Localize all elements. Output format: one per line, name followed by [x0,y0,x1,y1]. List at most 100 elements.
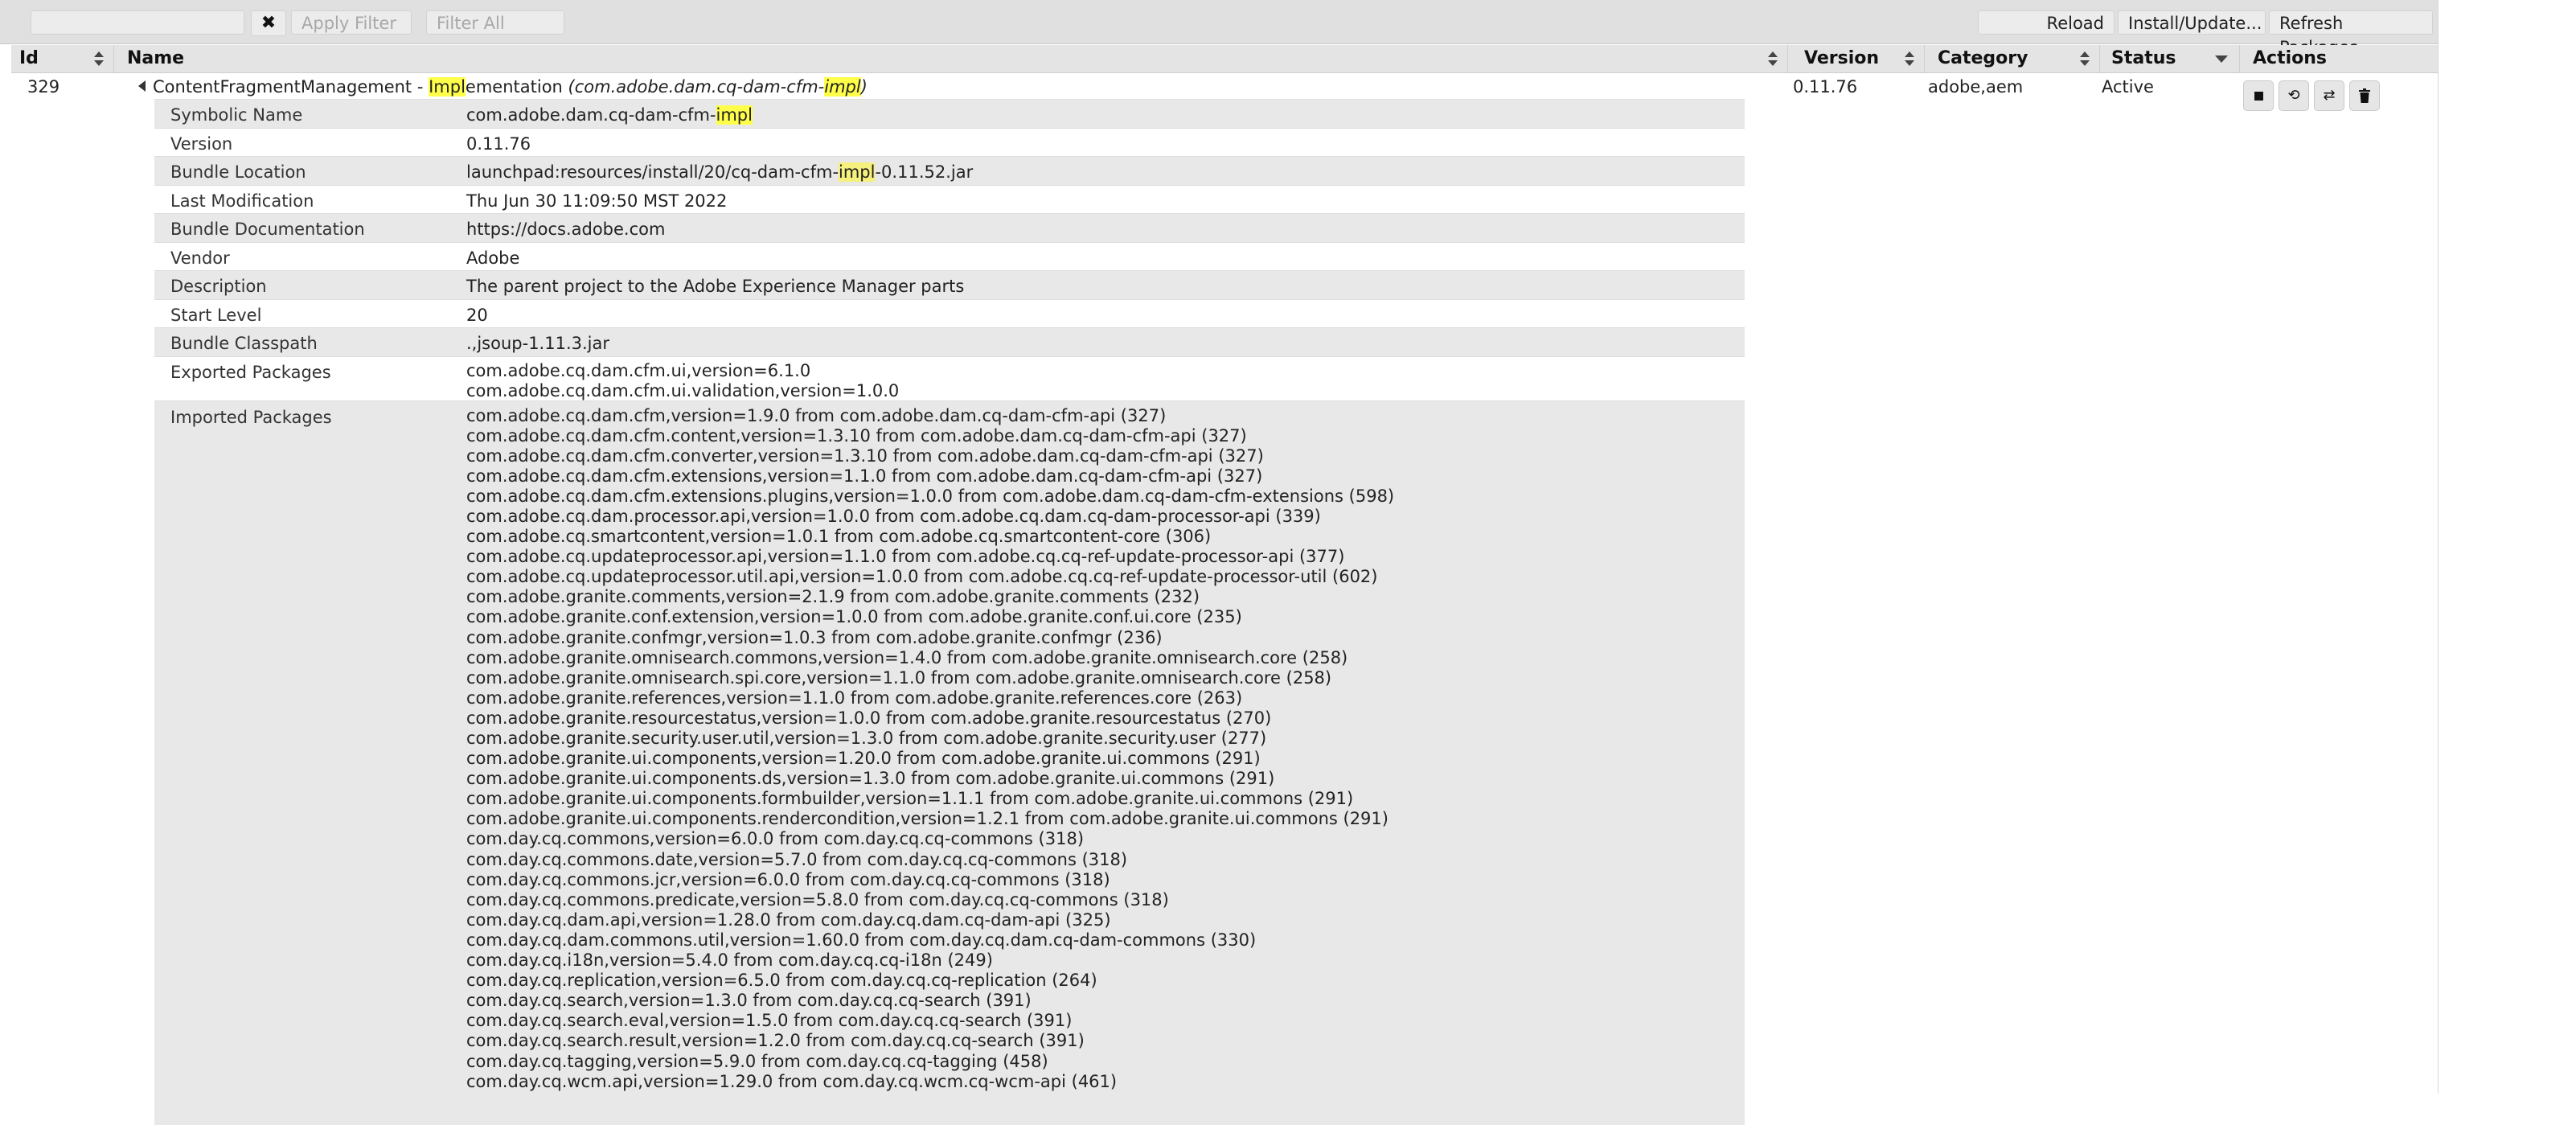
imported-package[interactable]: com.adobe.cq.updateprocessor.util.api,ve… [466,567,1394,587]
detail-label: Bundle Location [170,162,306,182]
detail-label: Bundle Classpath [170,334,318,353]
apply-filter-button[interactable]: Apply Filter [291,10,412,35]
detail-label: Bundle Documentation [170,220,365,239]
imported-package[interactable]: com.adobe.granite.conf.extension,version… [466,607,1394,627]
value-text: com.adobe.dam.cq-dam-cfm- [466,105,716,125]
imported-package[interactable]: com.adobe.cq.dam.processor.api,version=1… [466,507,1394,527]
bundle-category: adobe,aem [1928,77,2024,96]
exported-package: com.adobe.cq.dam.cfm.ui,version=6.1.0 [466,360,811,380]
imported-package[interactable]: com.day.cq.search.eval,version=1.5.0 fro… [466,1011,1394,1031]
search-highlight: impl [716,105,753,125]
detail-label: Description [170,277,267,296]
imported-package[interactable]: com.adobe.granite.resourcestatus,version… [466,708,1394,729]
sort-icon [94,51,104,66]
bundle-name-prefix: ContentFragmentManagement - [153,77,429,96]
search-highlight: Impl [429,77,466,96]
bundle-id: 329 [27,77,60,96]
column-header-label: Actions [2253,48,2327,68]
detail-row-symbolic-name: Symbolic Name com.adobe.dam.cq-dam-cfm-i… [154,100,1745,129]
imported-package[interactable]: com.day.cq.search,version=1.3.0 from com… [466,991,1394,1011]
imported-package[interactable]: com.day.cq.dam.commons.util,version=1.60… [466,930,1394,951]
imported-package[interactable]: com.day.cq.search.result,version=1.2.0 f… [466,1031,1394,1051]
refresh-bundle-button[interactable]: ⟲ [2279,80,2309,111]
imported-package[interactable]: com.day.cq.replication,version=6.5.0 fro… [466,971,1394,991]
detail-value: 0.11.76 [466,133,531,154]
detail-label: Exported Packages [170,362,331,382]
install-update-button[interactable]: Install/Update... [2118,10,2266,35]
imported-package[interactable]: com.adobe.cq.dam.cfm.extensions.plugins,… [466,487,1394,507]
column-header-id[interactable]: Id [11,45,114,72]
imported-package[interactable]: com.adobe.cq.dam.cfm.converter,version=1… [466,446,1394,466]
bundle-version: 0.11.76 [1793,77,1858,96]
column-header-label: Name [127,48,185,68]
detail-value: Adobe [466,248,520,268]
imported-package[interactable]: com.day.cq.wcm.api,version=1.29.0 from c… [466,1072,1394,1092]
refresh-packages-button[interactable]: Refresh Packages [2269,10,2433,57]
imported-package[interactable]: com.day.cq.commons,version=6.0.0 from co… [466,829,1394,849]
imported-package[interactable]: com.adobe.granite.references,version=1.1… [466,688,1394,708]
imported-package[interactable]: com.adobe.granite.omnisearch.commons,ver… [466,648,1394,668]
uninstall-bundle-button[interactable] [2349,80,2380,111]
toolbar: ✖ Apply Filter Filter All Reload Install… [0,0,2438,57]
imported-package[interactable]: com.adobe.cq.dam.cfm,version=1.9.0 from … [466,406,1394,426]
detail-label: Start Level [170,305,262,325]
imported-package[interactable]: com.day.cq.dam.api,version=1.28.0 from c… [466,910,1394,930]
column-header-label: Version [1804,48,1880,68]
refresh-icon: ⟲ [2287,87,2300,104]
imported-package[interactable]: com.adobe.granite.comments,version=2.1.9… [466,587,1394,607]
imported-package[interactable]: com.adobe.cq.dam.cfm.content,version=1.3… [466,426,1394,446]
search-highlight: impl [839,162,876,182]
detail-row-exported-packages: Exported Packages com.adobe.cq.dam.cfm.u… [154,356,1745,401]
imported-package[interactable]: com.adobe.granite.security.user.util,ver… [466,729,1394,749]
imported-package[interactable]: com.adobe.cq.dam.cfm.extensions,version=… [466,466,1394,487]
imported-package[interactable]: com.adobe.granite.ui.components.ds,versi… [466,769,1394,789]
imported-package[interactable]: com.adobe.granite.omnisearch.spi.core,ve… [466,668,1394,688]
filter-input[interactable] [31,10,244,35]
filter-all-button[interactable]: Filter All [426,10,564,35]
column-header-label: Status [2111,48,2176,68]
stop-bundle-button[interactable] [2243,80,2274,111]
imported-package[interactable]: com.day.cq.commons.predicate,version=5.8… [466,890,1394,910]
exported-package: com.adobe.cq.dam.cfm.ui.validation,versi… [466,380,900,400]
imported-package[interactable]: com.adobe.granite.confmgr,version=1.0.3 … [466,628,1394,648]
imported-package[interactable]: com.day.cq.tagging,version=5.9.0 from co… [466,1052,1394,1072]
detail-value: .,jsoup-1.11.3.jar [466,334,609,353]
imported-package[interactable]: com.adobe.granite.ui.components.renderco… [466,809,1394,829]
column-header-label: Category [1938,48,2028,68]
documentation-link[interactable]: https://docs.adobe.com [466,220,665,239]
bundle-details-table: Symbolic Name com.adobe.dam.cq-dam-cfm-i… [154,99,1745,1125]
detail-row-imported-packages: Imported Packages com.adobe.cq.dam.cfm,v… [154,400,1745,1125]
imported-package[interactable]: com.adobe.granite.ui.components,version=… [466,749,1394,769]
column-header-status[interactable]: Status [2100,45,2240,72]
search-highlight: impl [824,77,861,96]
column-header-actions: Actions [2240,45,2438,72]
detail-value: launchpad:resources/install/20/cq-dam-cf… [466,162,973,182]
column-header-label: Id [19,48,39,68]
update-bundle-button[interactable]: ⇄ [2314,80,2344,111]
imported-package[interactable]: com.day.cq.commons.jcr,version=6.0.0 fro… [466,870,1394,890]
column-header-name[interactable]: Name [114,45,1788,72]
detail-row-version: Version 0.11.76 [154,128,1745,157]
imported-packages-list: com.adobe.cq.dam.cfm,version=1.9.0 from … [466,406,1394,1092]
detail-label: Version [170,133,233,154]
collapse-details-icon[interactable] [138,80,146,92]
imported-package[interactable]: com.adobe.cq.smartcontent,version=1.0.1 … [466,527,1394,547]
detail-label: Symbolic Name [170,105,303,125]
imported-package[interactable]: com.adobe.cq.updateprocessor.api,version… [466,547,1394,567]
reload-button[interactable]: Reload [1978,10,2115,35]
column-header-version[interactable]: Version [1788,45,1925,72]
trash-icon [2359,88,2370,103]
detail-value: com.adobe.dam.cq-dam-cfm-impl [466,105,753,125]
detail-row-bundle-classpath: Bundle Classpath .,jsoup-1.11.3.jar [154,328,1745,357]
imported-package[interactable]: com.day.cq.commons.date,version=5.7.0 fr… [466,850,1394,870]
bundle-status: Active [2102,77,2154,96]
detail-row-start-level: Start Level 20 [154,299,1745,328]
detail-row-bundle-documentation: Bundle Documentation https://docs.adobe.… [154,214,1745,243]
clear-filter-button[interactable]: ✖ [251,10,286,36]
column-header-category[interactable]: Category [1925,45,2100,72]
swap-arrows-icon: ⇄ [2323,87,2336,104]
bundle-name-link[interactable]: ContentFragmentManagement - Implementati… [153,77,868,96]
detail-row-bundle-location: Bundle Location launchpad:resources/inst… [154,157,1745,186]
imported-package[interactable]: com.adobe.granite.ui.components.formbuil… [466,789,1394,809]
imported-package[interactable]: com.day.cq.i18n,version=5.4.0 from com.d… [466,951,1394,971]
